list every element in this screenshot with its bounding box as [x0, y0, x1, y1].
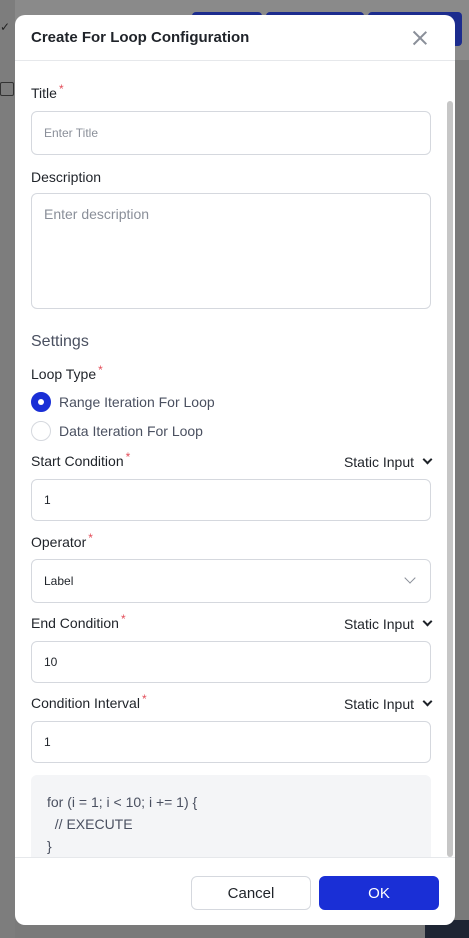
required-marker: * [125, 450, 131, 464]
start-condition-label: Start Condition [31, 453, 124, 469]
end-condition-value: 10 [44, 655, 58, 669]
chevron-down-icon [422, 696, 433, 706]
operator-label: Operator [31, 534, 87, 550]
radio-button[interactable] [31, 421, 51, 441]
description-placeholder: Enter description [44, 206, 150, 222]
condition-interval-mode-select[interactable]: Static Input [343, 696, 433, 712]
scrollbar-thumb[interactable] [447, 101, 453, 857]
description-label: Description [31, 169, 102, 185]
operator-select[interactable]: Label [31, 559, 431, 603]
required-marker: * [141, 692, 147, 706]
start-condition-value: 1 [44, 493, 51, 507]
for-loop-config-modal: Create For Loop Configuration Title * Ent… [15, 15, 455, 925]
mode-label: Static Input [343, 696, 414, 712]
radio-button-checked[interactable] [31, 392, 51, 412]
code-line: for (i = 1; i < 10; i += 1) { [47, 794, 198, 810]
operator-label-row: Operator * [31, 531, 93, 552]
modal-title: Create For Loop Configuration [31, 29, 250, 46]
code-line: } [47, 838, 52, 854]
modal-body: Title * Enter Title Description Enter des… [15, 61, 455, 857]
download-icon [0, 82, 14, 96]
loop-code-preview: for (i = 1; i < 10; i += 1) { // EXECUTE… [31, 775, 431, 857]
required-marker: * [98, 363, 103, 377]
condition-interval-value: 1 [44, 735, 51, 749]
end-condition-label: End Condition [31, 615, 119, 631]
condition-interval-header: Condition Interval * Static Input [31, 692, 433, 713]
condition-interval-label: Condition Interval [31, 695, 140, 711]
chevron-down-icon [404, 572, 416, 584]
backdrop-left-strip: ✓ [0, 0, 15, 938]
start-condition-mode-select[interactable]: Static Input [343, 454, 433, 470]
condition-interval-input[interactable]: 1 [31, 721, 431, 763]
title-label: Title [31, 85, 57, 101]
scrollbar[interactable] [447, 101, 453, 857]
chevron-down-icon [422, 616, 433, 626]
description-textarea[interactable]: Enter description [31, 193, 431, 309]
close-icon[interactable] [412, 30, 428, 46]
cancel-button[interactable]: Cancel [191, 876, 311, 910]
radio-label: Data Iteration For Loop [59, 423, 203, 439]
end-condition-mode-select[interactable]: Static Input [343, 616, 433, 632]
check-icon: ✓ [0, 20, 11, 34]
mode-label: Static Input [343, 454, 414, 470]
required-marker: * [120, 612, 126, 626]
required-marker: * [88, 531, 93, 545]
title-placeholder: Enter Title [44, 126, 99, 140]
modal-footer: Cancel OK [15, 857, 455, 925]
modal-header: Create For Loop Configuration [15, 15, 455, 61]
loop-type-label-row: Loop Type * [31, 363, 103, 384]
settings-heading: Settings [31, 333, 89, 350]
title-label-row: Title * [31, 82, 64, 103]
start-condition-header: Start Condition * Static Input [31, 450, 433, 471]
ok-button[interactable]: OK [319, 876, 439, 910]
title-input[interactable]: Enter Title [31, 111, 431, 155]
radio-data-iteration[interactable]: Data Iteration For Loop [31, 420, 203, 442]
required-marker: * [58, 82, 64, 96]
start-condition-input[interactable]: 1 [31, 479, 431, 521]
loop-type-label: Loop Type [31, 366, 97, 382]
end-condition-input[interactable]: 10 [31, 641, 431, 683]
end-condition-header: End Condition * Static Input [31, 612, 433, 633]
chevron-down-icon [422, 454, 433, 464]
radio-range-iteration[interactable]: Range Iteration For Loop [31, 391, 215, 413]
code-line: // EXECUTE [47, 816, 133, 832]
radio-label: Range Iteration For Loop [59, 394, 215, 410]
operator-value: Label [44, 574, 74, 588]
description-label-row: Description [31, 169, 101, 187]
mode-label: Static Input [343, 616, 414, 632]
